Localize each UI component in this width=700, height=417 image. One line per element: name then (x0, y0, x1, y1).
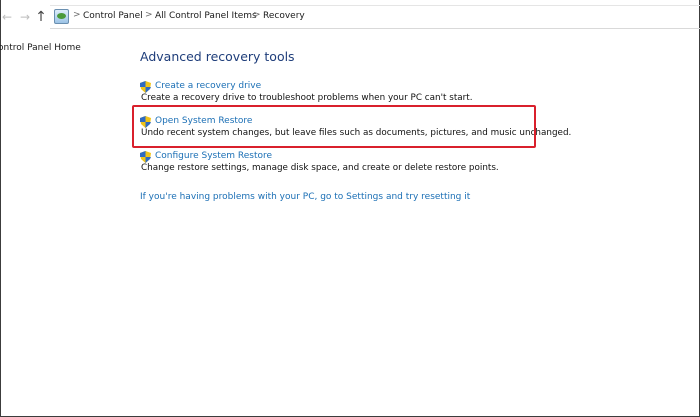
breadcrumb-control-panel[interactable]: Control Panel (83, 11, 143, 21)
window-frame (0, 0, 700, 417)
page-title: Advanced recovery tools (140, 49, 295, 64)
back-arrow-icon[interactable]: ← (0, 10, 14, 24)
breadcrumb-separator: > (73, 10, 81, 20)
up-arrow-icon[interactable]: ↑ (34, 10, 48, 24)
breadcrumb-separator: > (253, 10, 261, 20)
tool-description: Create a recovery drive to troubleshoot … (141, 93, 473, 103)
breadcrumb-all-items[interactable]: All Control Panel Items (155, 11, 257, 21)
address-bar: ← → ↑ > Control Panel > All Control Pane… (0, 0, 700, 36)
create-recovery-drive-link[interactable]: Create a recovery drive (155, 81, 261, 91)
uac-shield-icon (140, 151, 151, 163)
forward-arrow-icon[interactable]: → (18, 10, 32, 24)
tool-description: Change restore settings, manage disk spa… (141, 163, 499, 173)
highlight-box (132, 105, 536, 148)
breadcrumb-separator: > (145, 10, 153, 20)
control-panel-icon (54, 9, 69, 24)
uac-shield-icon (140, 81, 151, 93)
configure-system-restore-link[interactable]: Configure System Restore (155, 151, 272, 161)
breadcrumb-recovery[interactable]: Recovery (263, 11, 305, 21)
reset-pc-link[interactable]: If you're having problems with your PC, … (140, 192, 470, 202)
control-panel-home-link[interactable]: ontrol Panel Home (0, 43, 81, 53)
